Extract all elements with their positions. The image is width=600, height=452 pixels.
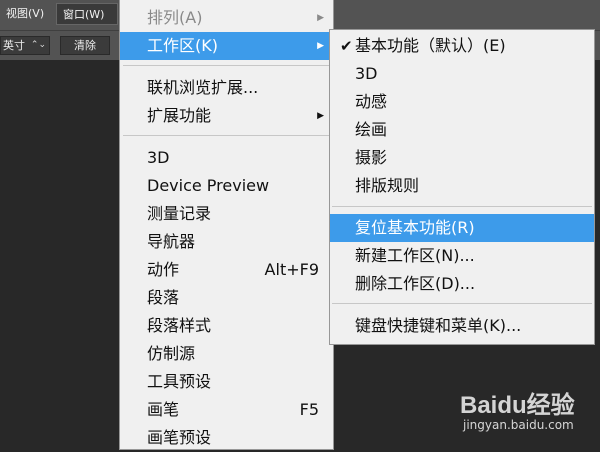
submenu-arrow-icon: ▶ [317,13,324,23]
menu-item-label: 排列(A) [147,8,203,27]
menu-item-label: 段落样式 [147,316,212,335]
menu-item-device-preview[interactable]: Device Preview [120,172,333,200]
menu-item-label: 基本功能（默认）(E) [355,36,506,55]
menu-item-navigator[interactable]: 导航器 [120,228,333,256]
menu-item-label: 摄影 [355,148,388,167]
menu-item-label: 复位基本功能(R) [355,218,475,237]
unit-select-value: 英寸 [3,39,25,52]
menu-item-actions[interactable]: 动作 Alt+F9 [120,256,333,284]
shortcut-label: Alt+F9 [264,260,319,279]
menu-item-arrange[interactable]: 排列(A) ▶ [120,4,333,32]
menu-item-label: 段落 [147,288,180,307]
menu-divider [123,65,330,66]
watermark-url: jingyan.baidu.com [463,418,574,432]
menu-item-browse-extensions[interactable]: 联机浏览扩展... [120,74,333,102]
menu-item-tool-presets[interactable]: 工具预设 [120,368,333,396]
menu-item-clone-source[interactable]: 仿制源 [120,340,333,368]
baidu-watermark: Baidu经验 jingyan.baidu.com [460,385,600,445]
menu-item-brush-presets[interactable]: 画笔预设 [120,424,333,452]
menu-item-reset-essentials[interactable]: 复位基本功能(R) [330,214,594,242]
menu-item-extensions[interactable]: 扩展功能 ▶ [120,102,333,130]
menu-item-typography[interactable]: 排版规则 [330,172,594,200]
menu-item-delete-workspace[interactable]: 删除工作区(D)... [330,270,594,298]
menu-item-painting[interactable]: 绘画 [330,116,594,144]
menu-item-new-workspace[interactable]: 新建工作区(N)... [330,242,594,270]
menu-item-label: 工作区(K) [147,36,218,55]
menu-item-label: 删除工作区(D)... [355,274,476,293]
submenu-arrow-icon: ▶ [317,41,324,51]
menu-item-label: 测量记录 [147,204,212,223]
menu-item-label: 画笔 [147,400,180,419]
clear-button[interactable]: 清除 [60,36,110,55]
menu-divider [332,206,592,207]
menu-item-motion[interactable]: 动感 [330,88,594,116]
baidu-logo: Baidu经验 [460,392,575,419]
menu-item-label: 动作 [147,260,180,279]
submenu-arrow-icon: ▶ [317,111,324,121]
menu-item-label: 工具预设 [147,372,212,391]
menu-item-workspace[interactable]: 工作区(K) ▶ [120,32,333,60]
checkmark-icon: ✔ [340,37,353,55]
menu-item-label: 排版规则 [355,176,420,195]
menu-item-label: 新建工作区(N)... [355,246,475,265]
select-arrows-icon: ⌃⌄ [30,40,46,50]
menu-item-label: 绘画 [355,120,388,139]
menu-item-label: 3D [355,64,378,83]
menu-item-label: 画笔预设 [147,428,212,447]
menu-item-label: 联机浏览扩展... [147,78,259,97]
menu-divider [123,135,330,136]
menu-item-label: 导航器 [147,232,196,251]
shortcut-label: F5 [299,400,319,419]
menu-item-paragraph-styles[interactable]: 段落样式 [120,312,333,340]
window-menu: 排列(A) ▶ 工作区(K) ▶ 联机浏览扩展... 扩展功能 ▶ 3D Dev… [119,0,334,450]
menu-item-label: 扩展功能 [147,106,212,125]
menu-item-label: 动感 [355,92,388,111]
workspace-submenu: ✔ 基本功能（默认）(E) 3D 动感 绘画 摄影 排版规则 复位基本功能(R)… [329,29,595,345]
menu-view[interactable]: 视图(V) [0,3,50,25]
menu-window[interactable]: 窗口(W) [56,3,118,25]
menu-item-label: 仿制源 [147,344,196,363]
menu-item-brush[interactable]: 画笔 F5 [120,396,333,424]
unit-select[interactable]: 英寸 ⌃⌄ [0,36,50,55]
menu-item-paragraph[interactable]: 段落 [120,284,333,312]
menu-item-photography[interactable]: 摄影 [330,144,594,172]
menu-divider [332,303,592,304]
menu-item-measurement-log[interactable]: 测量记录 [120,200,333,228]
menu-item-label: 键盘快捷键和菜单(K)... [355,316,522,335]
menu-item-label: Device Preview [147,176,270,195]
menu-item-3d[interactable]: 3D [120,144,333,172]
menu-item-keyboard-shortcuts[interactable]: 键盘快捷键和菜单(K)... [330,312,594,340]
menu-item-3d-workspace[interactable]: 3D [330,60,594,88]
menu-item-essentials-default[interactable]: ✔ 基本功能（默认）(E) [330,32,594,60]
menu-item-label: 3D [147,148,170,167]
